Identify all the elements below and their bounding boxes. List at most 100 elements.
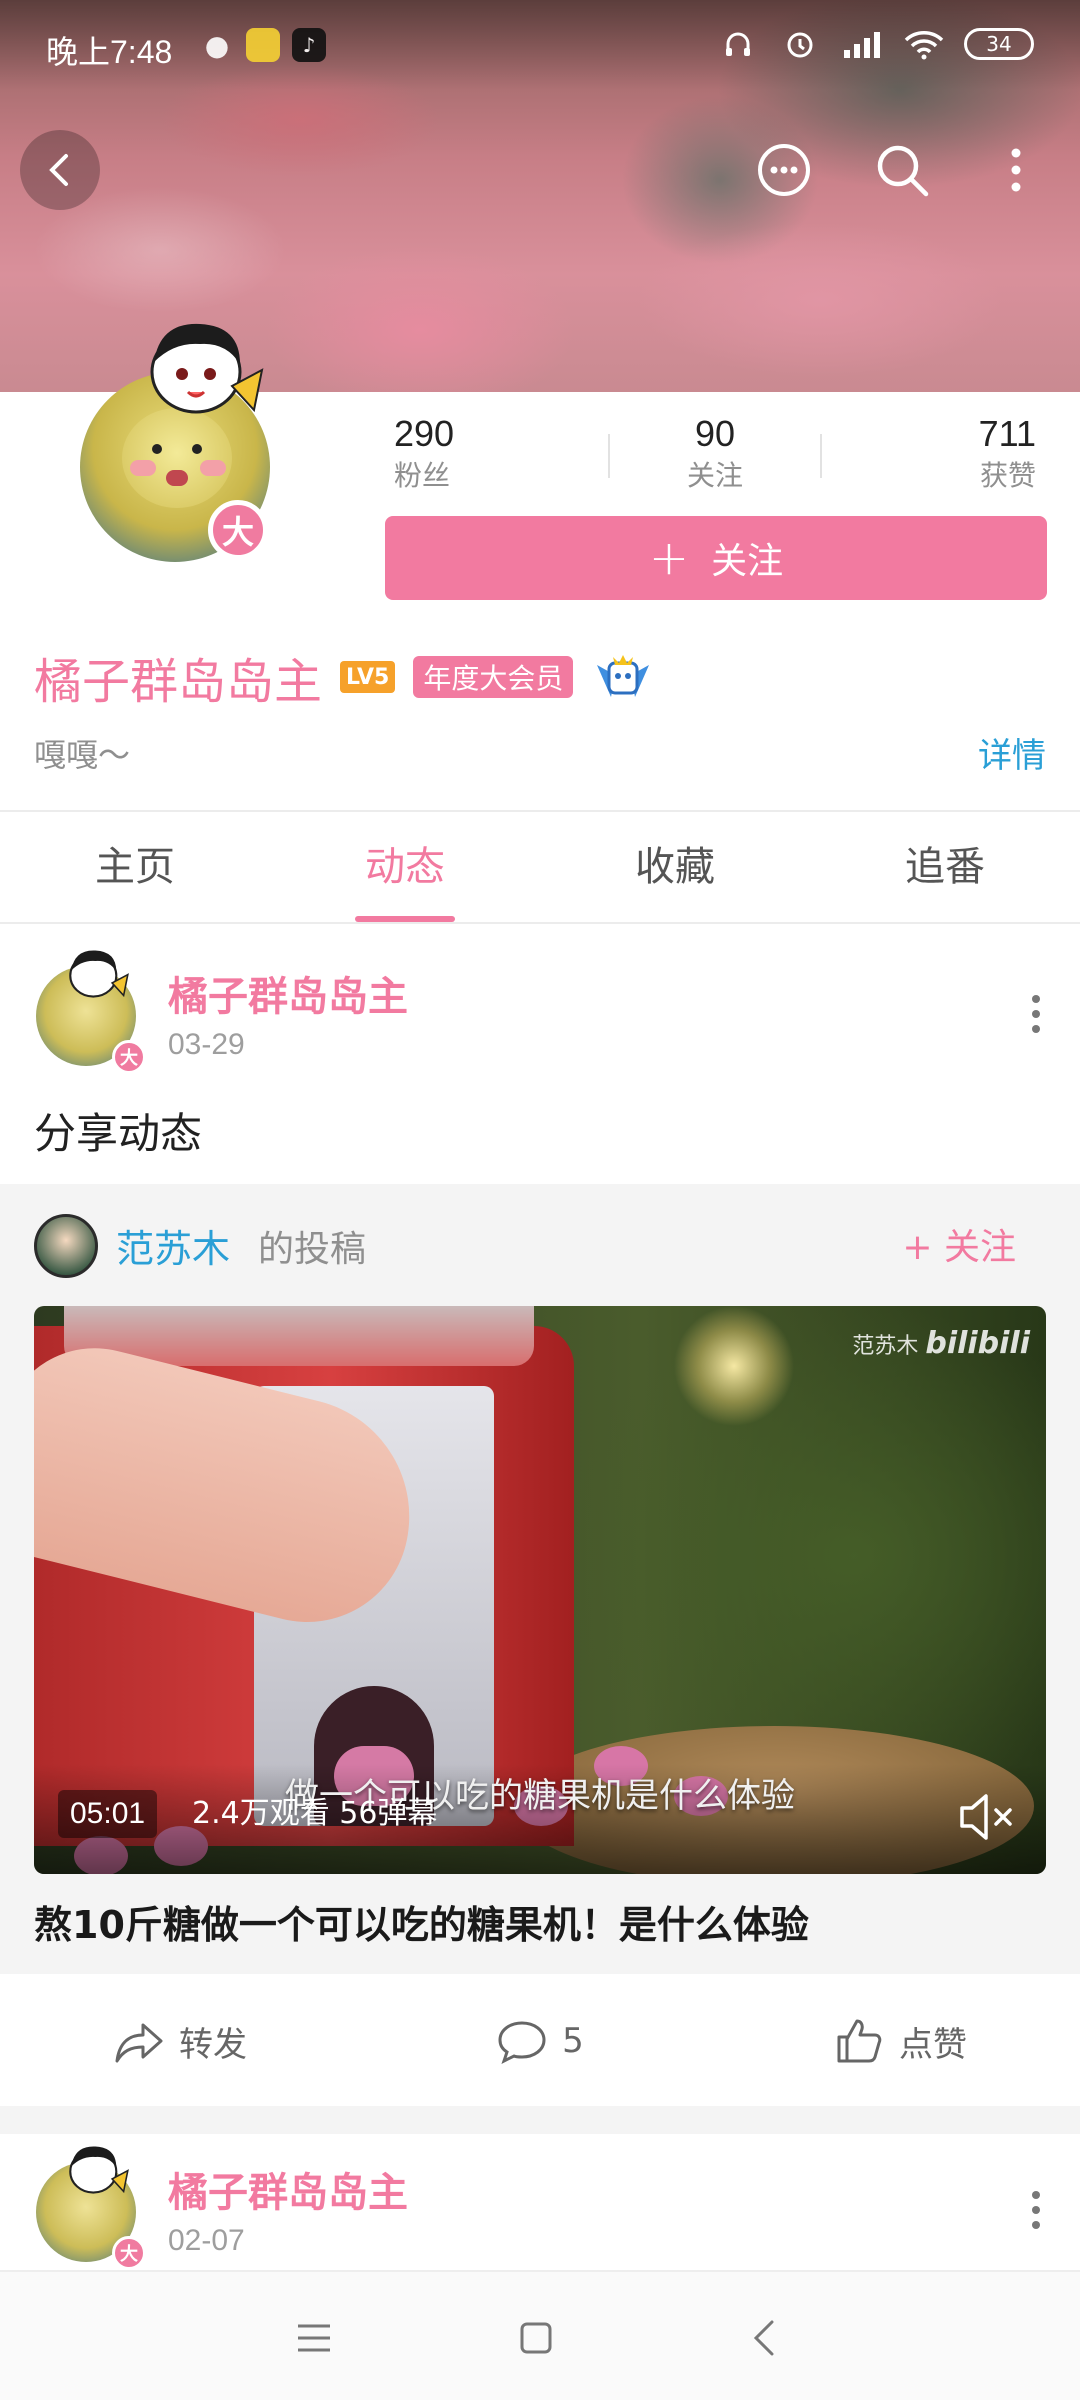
username-row: 橘子群岛岛主 LV5 年度大会员 [34,642,655,712]
post-date: 03-29 [168,1028,245,1061]
more-dot [1032,2221,1040,2229]
stat-likes[interactable]: 711 获赞 [822,412,1050,502]
post-header-2: 大 橘子群岛岛主 02-07 [0,2134,1080,2274]
status-system-icons: 34 [716,28,1034,60]
recent-apps-button[interactable] [284,2308,344,2368]
message-button[interactable] [744,130,824,210]
more-dot [1032,2206,1040,2214]
video-title[interactable]: 熬10斤糖做一个可以吃的糖果机！是什么体验 [34,1894,809,1949]
post-author-avatar[interactable]: 大 [36,950,146,1074]
avatar-pendant-icon [69,2146,129,2194]
watermark-name: 范苏木 [852,1334,919,1359]
chevron-left-icon [753,2320,774,2356]
uploader-follow-label: 关注 [943,1227,1016,1268]
follow-button[interactable]: + 关注 [385,516,1047,600]
more-dot [1032,1025,1040,1033]
stat-value: 90 [694,413,736,454]
profile-tabs: 主页 动态 收藏 追番 [0,812,1080,922]
details-link[interactable]: 详情 [978,728,1046,777]
battery-indicator: 34 [964,28,1034,60]
music-app-icon [246,28,280,62]
headphone-icon [726,32,750,56]
bio-text: 嘎嘎～ [34,736,131,774]
bilibili-logo: bilibili [925,1326,1030,1361]
stat-value: 290 [394,413,455,454]
like-button[interactable]: 点赞 [720,1976,1080,2106]
avatar-pendant-icon [69,950,129,998]
wifi-icon [904,31,944,60]
alarm-icon [787,32,813,58]
tab-home[interactable]: 主页 [0,812,270,922]
uploader-avatar[interactable] [34,1214,98,1278]
stat-following[interactable]: 90 关注 [608,412,822,502]
top-navigation [0,130,1080,210]
post-author-name[interactable]: 橘子群岛岛主 [168,2160,408,2218]
post-more-button[interactable] [1016,2180,1056,2240]
repost-header: 范苏木 的投稿 + 关注 [0,1184,1080,1304]
medal-icon[interactable] [591,645,655,709]
like-label: 点赞 [899,2024,967,2065]
uploader-follow-button[interactable]: + 关注 [902,1218,1016,1270]
official-badge: 大 [112,1040,146,1074]
video-duration: 05:01 [58,1790,158,1838]
stat-value: 711 [978,413,1036,454]
post-date: 02-07 [168,2224,245,2257]
home-button[interactable] [506,2308,566,2368]
post-author-avatar[interactable]: 大 [36,2146,146,2270]
search-icon [877,145,929,197]
comment-icon [498,2021,546,2064]
stat-label: 粉丝 [394,459,451,492]
search-button[interactable] [862,130,942,210]
wechat-icon: ● [204,28,230,62]
mute-icon[interactable] [956,1790,1016,1844]
post-more-button[interactable] [1016,984,1056,1044]
profile-avatar[interactable]: 大 [80,323,270,562]
uploader-name[interactable]: 范苏木 [116,1218,230,1273]
more-dot [1032,2191,1040,2199]
tiktok-icon: ♪ [292,28,326,62]
pig-face [122,408,232,508]
tab-dynamics[interactable]: 动态 [270,812,540,922]
more-dot [1032,1010,1040,1018]
tab-bangumi[interactable]: 追番 [810,812,1080,922]
back-button[interactable] [20,130,100,210]
more-menu-button[interactable] [976,130,1056,210]
official-badge: 大 [112,2236,146,2270]
vip-badge[interactable]: 年度大会员 [413,656,574,698]
comment-button[interactable]: 5 [360,1976,720,2106]
status-notification-icons: ● ♪ [200,28,326,62]
post-text: 分享动态 [34,1109,203,1158]
follow-button-label: 关注 [711,541,784,582]
repost-suffix: 的投稿 [258,1229,367,1270]
stat-fans[interactable]: 290 粉丝 [380,412,608,502]
profile-stats: 290 粉丝 90 关注 711 获赞 [380,412,1050,502]
stat-label: 关注 [686,459,743,492]
menu-icon [298,2324,330,2352]
stat-label: 获赞 [979,459,1036,492]
share-icon [115,2023,163,2063]
video-subtitle: 做一个可以吃的糖果机是什么体验 [285,1776,795,1816]
more-vertical-icon [1011,148,1021,192]
system-back-button[interactable] [734,2308,794,2368]
avatar-pendant-icon [150,323,264,414]
tab-favorites[interactable]: 收藏 [540,812,810,922]
profile-page: 晚上7:48 ● ♪ 34 大 290 粉丝 90 关注 711 获赞 + 关注… [0,0,1080,2400]
system-navigation-bar [0,2270,1080,2400]
plus-icon: + [902,1227,944,1268]
post-actions: 转发 5 点赞 [0,1976,1080,2106]
stat-divider [608,434,610,478]
thumbs-up-icon [837,2019,882,2063]
share-button[interactable]: 转发 [0,1976,360,2106]
share-label: 转发 [179,2024,247,2065]
signal-icon [844,32,880,58]
video-player[interactable]: 范苏木 bilibili 做一个可以吃的糖果机是什么体验 05:01 2.4万观… [34,1306,1046,1874]
divider [0,922,1080,924]
home-square-icon [520,2322,552,2354]
plus-icon: + [648,530,690,586]
repost-card[interactable]: 范苏木 的投稿 + 关注 范苏木 bilibili 做一个可以吃的糖果机是什么体… [0,1184,1080,1974]
post-header: 大 橘子群岛岛主 03-29 [0,938,1080,1078]
back-arrow-icon [49,154,68,186]
video-stats: 2.4万观看 56弹幕 [192,1796,438,1831]
more-dot [1032,995,1040,1003]
post-author-name[interactable]: 橘子群岛岛主 [168,964,408,1022]
